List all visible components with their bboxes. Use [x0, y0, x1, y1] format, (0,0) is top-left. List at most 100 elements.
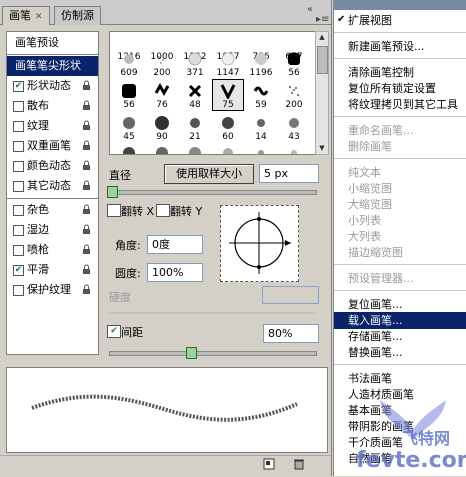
brush-tip[interactable]: 76	[147, 80, 177, 110]
lock-icon[interactable]	[82, 140, 91, 151]
lock-icon[interactable]	[82, 160, 91, 171]
brush-tip[interactable]: 609	[114, 48, 144, 78]
list-item-brush-tip-shape[interactable]: 画笔笔尖形状	[7, 56, 98, 76]
menu-separator	[334, 58, 466, 59]
diameter-slider[interactable]	[109, 190, 317, 195]
list-item-texture[interactable]: 纹理	[7, 116, 98, 136]
brush-size-label: 56	[123, 100, 135, 110]
list-item-smoothing[interactable]: ✔ 平滑	[7, 260, 98, 280]
angle-roundness-widget[interactable]	[220, 205, 299, 282]
checkbox[interactable]	[13, 225, 24, 236]
lock-icon[interactable]	[82, 244, 91, 255]
use-sample-size-button[interactable]: 使用取样大小	[164, 164, 254, 184]
brush-tip[interactable]	[279, 142, 309, 154]
lock-icon[interactable]	[82, 120, 91, 131]
menu-item-load-brushes[interactable]: 载入画笔...	[334, 312, 466, 329]
menu-item-new-preset[interactable]: 新建画笔预设...	[348, 38, 425, 55]
brush-tip[interactable]: 90	[147, 112, 177, 142]
scroll-down-icon[interactable]: ▼	[317, 143, 327, 154]
lock-icon[interactable]	[82, 100, 91, 111]
menu-item-rename: 重命名画笔...	[348, 124, 414, 137]
brush-tip[interactable]: 21	[180, 112, 210, 142]
panel-menu-icon[interactable]: ▸≡	[316, 14, 329, 26]
brush-tip[interactable]: 59	[246, 80, 276, 110]
checkbox[interactable]	[13, 161, 24, 172]
spacing-slider[interactable]	[109, 351, 317, 356]
lock-icon[interactable]	[82, 180, 91, 191]
spacing-input[interactable]: 80%	[263, 324, 319, 343]
brush-tip[interactable]	[114, 142, 144, 154]
menu-item-copy-texture[interactable]: 将纹理拷贝到其它工具	[348, 96, 458, 113]
checkbox[interactable]	[13, 121, 24, 132]
brush-shape-icon	[253, 86, 269, 96]
brush-tip[interactable]: 56	[114, 80, 144, 110]
scrollbar-thumb[interactable]	[317, 46, 328, 74]
collapse-icon[interactable]: «	[304, 4, 316, 16]
menu-item-replace-brushes[interactable]: 替换画笔...	[348, 344, 403, 361]
checkbox[interactable]	[13, 285, 24, 296]
brush-tip[interactable]: 200	[279, 80, 309, 110]
scroll-up-icon[interactable]: ▲	[317, 32, 327, 43]
list-item-brush-presets[interactable]: 画笔预设	[7, 33, 98, 53]
list-item-other-dynamics[interactable]: 其它动态	[7, 176, 98, 196]
flip-x-checkbox[interactable]	[107, 204, 121, 217]
brush-tip[interactable]: 56	[279, 48, 309, 78]
list-item-noise[interactable]: 杂色	[7, 200, 98, 220]
lock-icon[interactable]	[82, 264, 91, 275]
flip-y-checkbox[interactable]	[156, 204, 170, 217]
brush-tip[interactable]: 371	[180, 48, 210, 78]
checkbox[interactable]	[13, 205, 24, 216]
menu-item-reset-brushes[interactable]: 复位画笔...	[348, 296, 403, 313]
diameter-slider-knob[interactable]	[107, 186, 118, 198]
menu-item-clear-controls[interactable]: 清除画笔控制	[348, 64, 414, 81]
brush-stroke-preview	[6, 367, 328, 453]
lock-icon[interactable]	[82, 80, 91, 91]
trash-icon[interactable]	[293, 458, 305, 470]
checkbox[interactable]	[13, 181, 24, 192]
brush-tip[interactable]: 45	[114, 112, 144, 142]
tab-clone-source[interactable]: 仿制源	[54, 6, 101, 25]
lock-icon[interactable]	[82, 204, 91, 215]
menu-item-reset-locked[interactable]: 复位所有锁定设置	[348, 80, 436, 97]
brush-tip[interactable]: 48	[180, 80, 210, 110]
brush-tip-selected[interactable]: 75	[212, 79, 244, 111]
spacing-checkbox[interactable]: ✔	[107, 325, 121, 338]
list-item-dual-brush[interactable]: 双重画笔	[7, 136, 98, 156]
angle-input[interactable]: 0度	[147, 235, 203, 254]
list-item-protect-texture[interactable]: 保护纹理	[7, 280, 98, 300]
diameter-input[interactable]: 5 px	[259, 164, 319, 183]
checkbox[interactable]: ✔	[13, 265, 24, 276]
close-icon[interactable]: ✕	[35, 12, 43, 22]
brush-shape-icon	[124, 54, 134, 64]
new-brush-icon[interactable]	[263, 458, 275, 470]
list-item-scattering[interactable]: 散布	[7, 96, 98, 116]
checkbox[interactable]: ✔	[13, 81, 24, 92]
list-item-shape-dynamics[interactable]: ✔ 形状动态	[7, 76, 98, 96]
menu-item-save-brushes[interactable]: 存储画笔...	[348, 328, 403, 345]
list-item-label: 杂色	[27, 203, 49, 216]
checkbox[interactable]	[13, 141, 24, 152]
menu-item-calligraphic[interactable]: 书法画笔	[348, 370, 392, 387]
brush-tip[interactable]	[213, 142, 243, 154]
menu-item-expanded-view[interactable]: 扩展视图	[348, 12, 392, 29]
list-item-airbrush[interactable]: 喷枪	[7, 240, 98, 260]
tab-brush[interactable]: 画笔 ✕	[2, 6, 50, 25]
brush-tip[interactable]	[246, 142, 276, 154]
checkbox[interactable]	[13, 245, 24, 256]
brush-tip[interactable]: 200	[147, 48, 177, 78]
brush-tip[interactable]: 60	[213, 112, 243, 142]
brush-tip[interactable]	[180, 142, 210, 154]
brush-tip[interactable]: 1196	[246, 48, 276, 78]
list-item-wet-edges[interactable]: 湿边	[7, 220, 98, 240]
lock-icon[interactable]	[82, 224, 91, 235]
brush-grid-scrollbar[interactable]: ▲ ▼	[315, 31, 329, 155]
spacing-slider-knob[interactable]	[186, 347, 197, 359]
brush-tip[interactable]: 43	[279, 112, 309, 142]
list-item-color-dynamics[interactable]: 颜色动态	[7, 156, 98, 176]
brush-tip[interactable]	[147, 142, 177, 154]
brush-tip[interactable]: 1147	[213, 48, 243, 78]
checkbox[interactable]	[13, 101, 24, 112]
lock-icon[interactable]	[82, 284, 91, 295]
roundness-input[interactable]: 100%	[147, 263, 203, 282]
brush-tip[interactable]: 14	[246, 112, 276, 142]
